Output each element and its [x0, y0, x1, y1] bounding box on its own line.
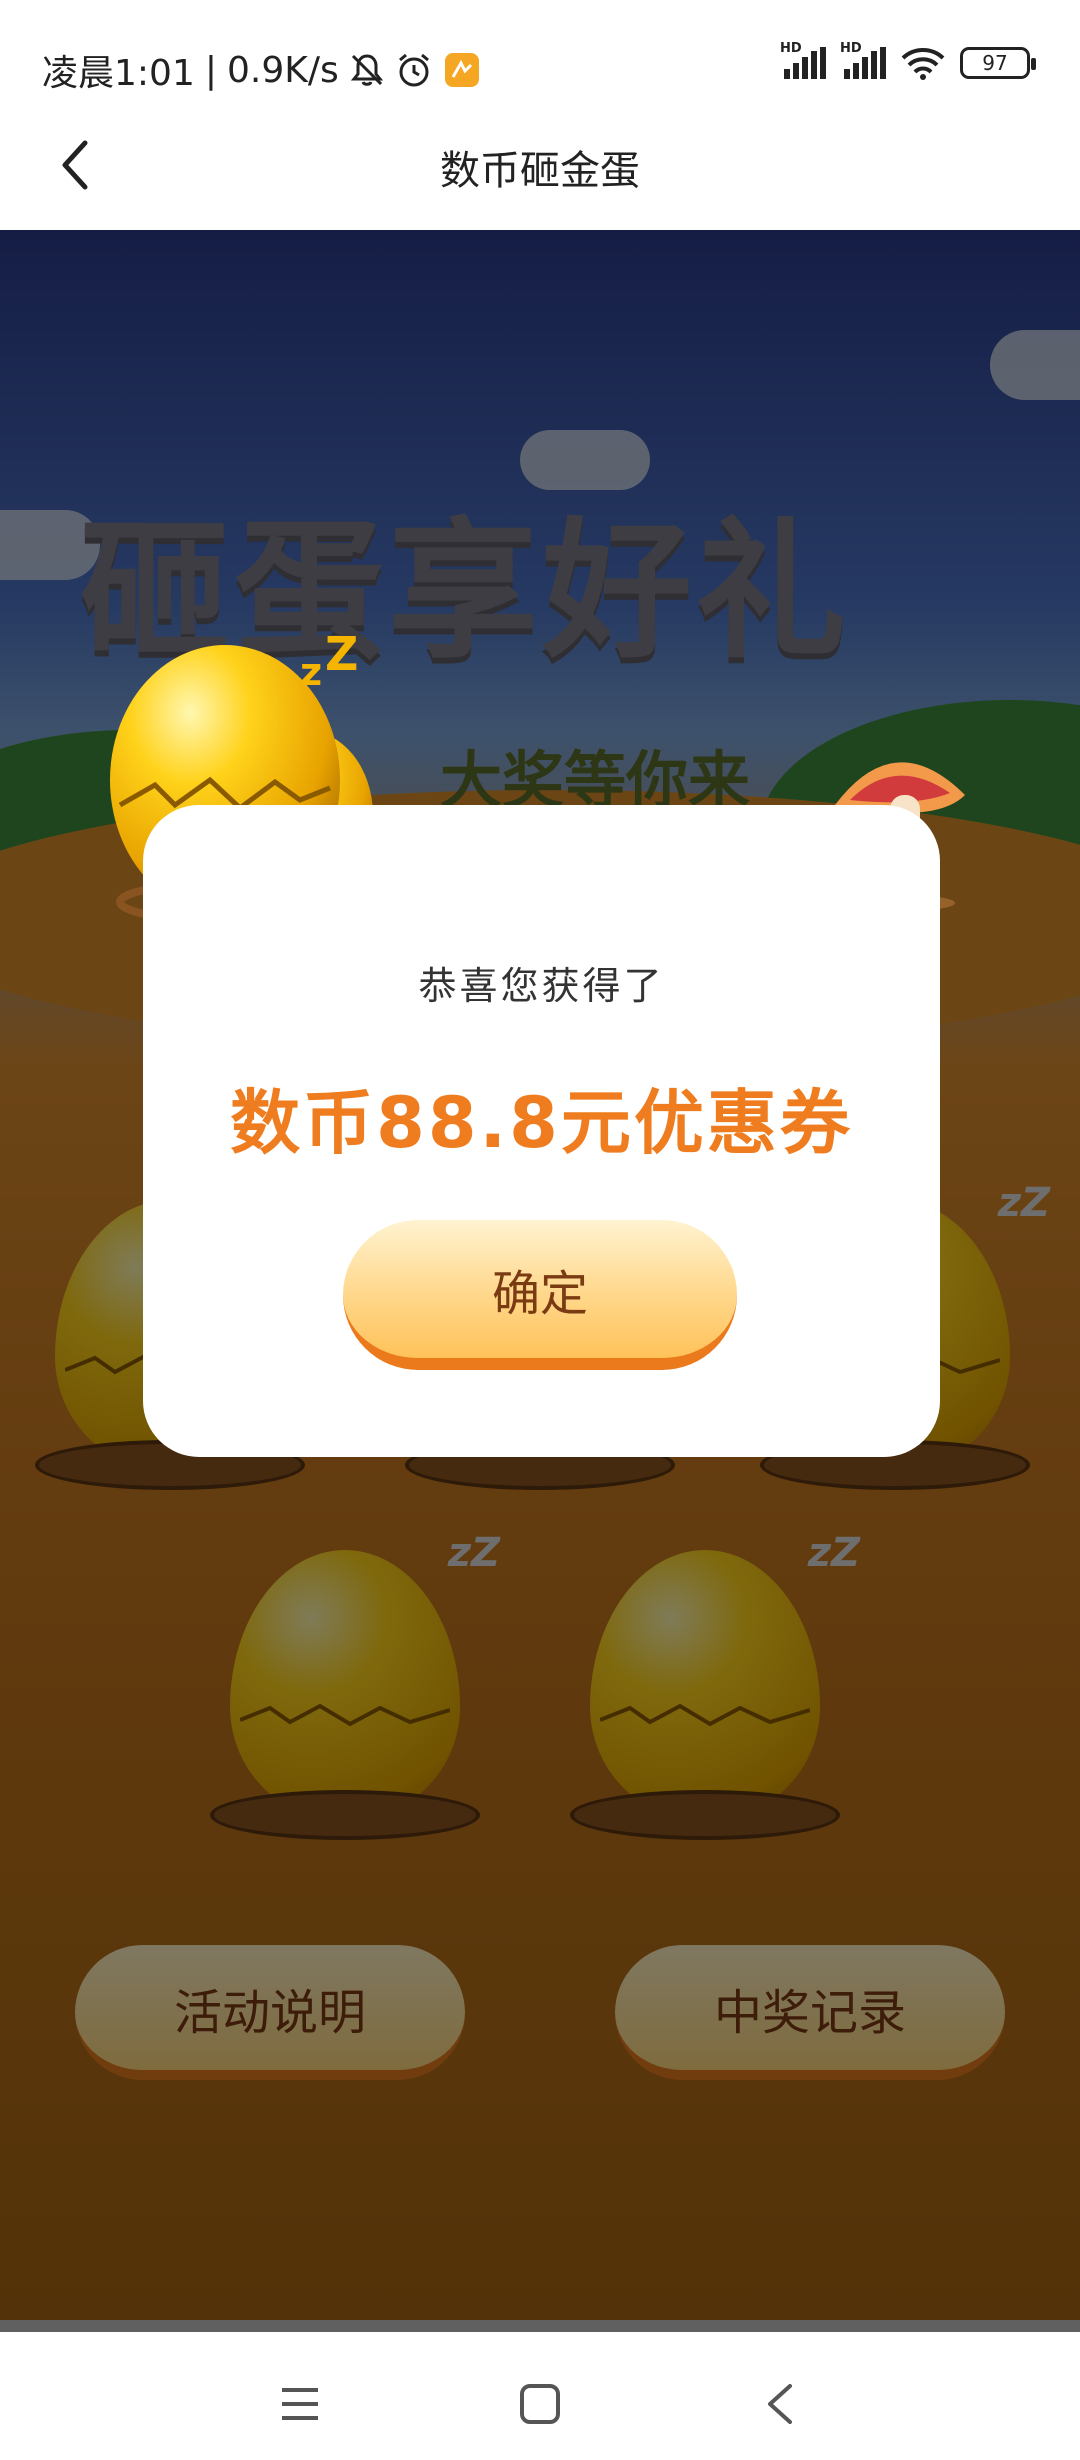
prize-text: 数币88.8元优惠券 [230, 1082, 853, 1164]
home-button[interactable] [510, 2374, 570, 2434]
wifi-icon [900, 46, 946, 80]
battery-icon: 97 [960, 47, 1036, 79]
status-time: 凌晨1:01 [42, 53, 195, 94]
congrats-text: 恭喜您获得了 [418, 964, 665, 1008]
status-right: HD HD 97 [780, 41, 1036, 80]
svg-text:z: z [300, 650, 322, 694]
signal-icon: HD [780, 41, 826, 79]
signal-icon: HD [840, 41, 886, 79]
page-title: 数币砸金蛋 [440, 148, 640, 194]
prize-dialog: 恭喜您获得了 数币88.8元优惠券 确定 [143, 805, 940, 1457]
net-speed: 0.9K/s [226, 49, 339, 91]
battery-level: 97 [982, 51, 1008, 75]
menu-icon [282, 2388, 318, 2420]
system-nav-bar [0, 2320, 1080, 2460]
back-nav-button[interactable] [750, 2374, 810, 2434]
title-bar: 数币砸金蛋 [0, 100, 1080, 230]
status-separator: | [204, 49, 217, 91]
alarm-icon [395, 51, 433, 89]
svg-text:Z: Z [325, 630, 358, 681]
menu-button[interactable] [270, 2374, 330, 2434]
bell-off-icon [349, 52, 385, 88]
back-triangle-icon [768, 2384, 792, 2424]
app-notification-icon [443, 51, 481, 89]
status-left: 凌晨1:01 | 0.9K/s [42, 44, 481, 96]
confirm-button[interactable]: 确定 [343, 1220, 737, 1370]
home-square-icon [520, 2384, 560, 2424]
